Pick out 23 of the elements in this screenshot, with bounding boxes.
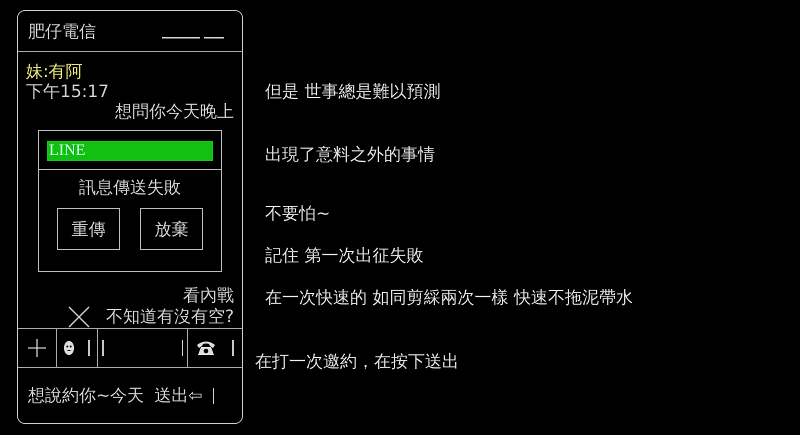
message-text: 想問你今天晚上 bbox=[114, 102, 234, 122]
narration-text: 在打一次邀約，在按下送出 bbox=[255, 351, 460, 373]
dialog-button[interactable]: 重傳 bbox=[57, 208, 120, 250]
phone-icon[interactable] bbox=[196, 340, 216, 356]
emoji-icon[interactable] bbox=[64, 341, 74, 355]
narration-text: 記住 第一次出征失敗 bbox=[265, 246, 424, 266]
minimize-icon[interactable] bbox=[162, 36, 224, 40]
message-time: 下午15:17 bbox=[26, 82, 110, 102]
message-text: 不知道有沒有空? bbox=[106, 307, 234, 327]
close-icon[interactable] bbox=[68, 306, 90, 328]
narration-text: 不要怕~ bbox=[265, 204, 332, 224]
error-message: 訊息傳送失敗 bbox=[78, 178, 182, 198]
message-text: 看內戰 bbox=[183, 286, 234, 306]
app-name-bar: LINE bbox=[47, 141, 213, 161]
message-field[interactable]: 想說約你~今天 bbox=[28, 384, 144, 407]
window-title: 肥仔電信 bbox=[28, 20, 96, 42]
plus-icon[interactable] bbox=[28, 339, 46, 357]
narration-text: 出現了意料之外的事情 bbox=[265, 145, 436, 165]
narration-text: 在一次快速的 如同剪綵兩次一樣 快速不拖泥帶水 bbox=[265, 288, 634, 308]
sender-name: 妹:有阿 bbox=[26, 62, 84, 82]
dialog-button[interactable]: 放棄 bbox=[140, 208, 203, 250]
send-button[interactable]: 送出⇦ bbox=[154, 384, 202, 407]
narration-text: 但是 世事總是難以預測 bbox=[265, 82, 442, 102]
